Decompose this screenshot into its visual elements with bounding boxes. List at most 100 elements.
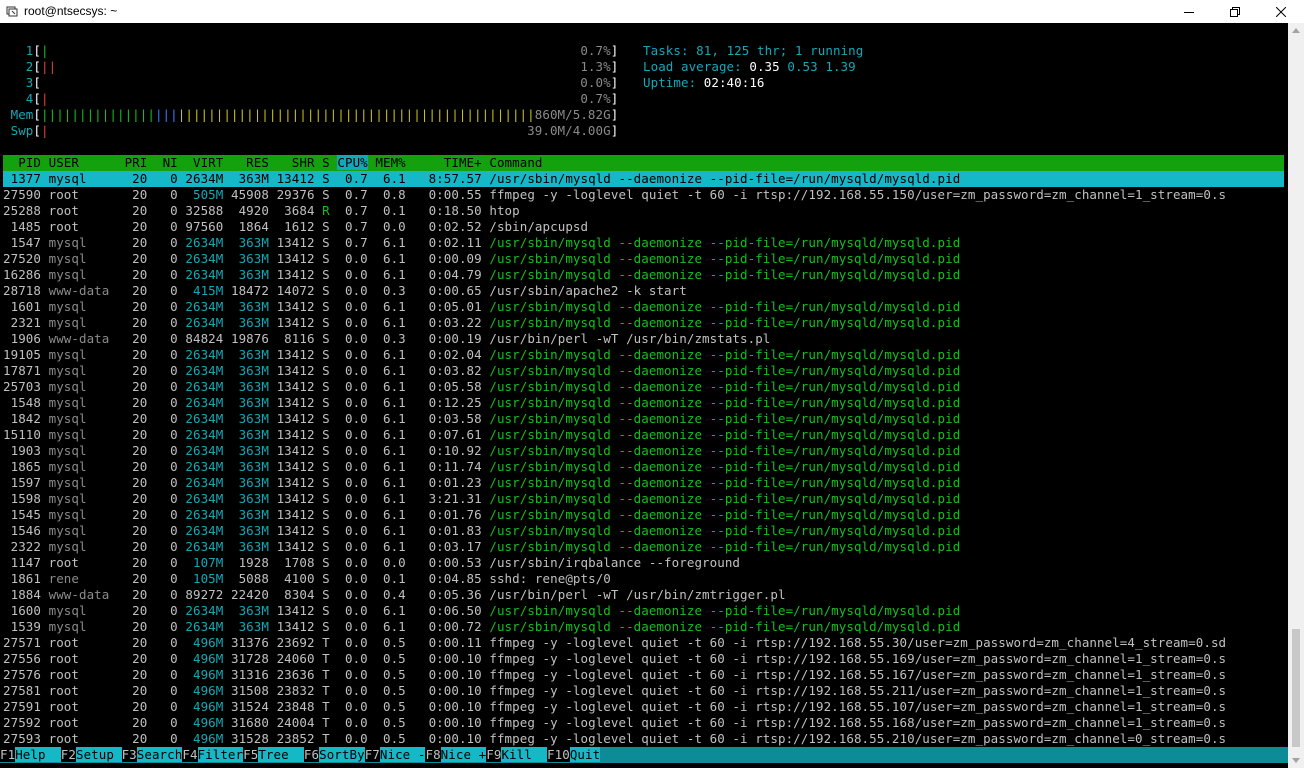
process-priority: 20 bbox=[116, 251, 148, 266]
process-row[interactable]: 27556 root 20 0 496M 31728 24060 T 0.0 0… bbox=[3, 651, 1226, 667]
process-row[interactable]: 27591 root 20 0 496M 31524 23848 T 0.0 0… bbox=[3, 699, 1226, 715]
fkey-f2[interactable]: F2 bbox=[60, 747, 76, 762]
process-user: mysql bbox=[48, 347, 117, 362]
process-row[interactable]: 19105 mysql 20 0 2634M 363M 13412 S 0.0 … bbox=[3, 347, 960, 363]
process-row[interactable]: 28718 www-data 20 0 415M 18472 14072 S 0… bbox=[3, 283, 687, 299]
process-row[interactable]: 1548 mysql 20 0 2634M 363M 13412 S 0.0 6… bbox=[3, 395, 961, 411]
process-row[interactable]: 1485 root 20 0 97560 1864 1612 S 0.7 0.0… bbox=[3, 219, 588, 235]
process-mem-percent: 0.1 bbox=[375, 203, 406, 218]
process-row[interactable]: 1547 mysql 20 0 2634M 363M 13412 S 0.7 6… bbox=[3, 235, 961, 251]
process-row[interactable]: 1598 mysql 20 0 2634M 363M 13412 S 0.0 6… bbox=[3, 491, 961, 507]
process-time: 0:02.04 bbox=[413, 347, 482, 362]
column-header-ni[interactable]: NI bbox=[155, 155, 178, 170]
fkey-f6[interactable]: F6 bbox=[303, 747, 320, 762]
process-row[interactable]: 27592 root 20 0 496M 31680 24004 T 0.0 0… bbox=[3, 715, 1226, 731]
column-header-pid[interactable]: PID bbox=[3, 155, 41, 170]
process-row[interactable]: 27593 root 20 0 496M 31528 23852 T 0.0 0… bbox=[3, 731, 1226, 747]
scroll-down-icon[interactable] bbox=[1292, 758, 1300, 763]
vertical-scrollbar[interactable] bbox=[1288, 23, 1304, 768]
process-command: /usr/sbin/mysqld --daemonize --pid-file=… bbox=[489, 507, 961, 522]
fkey-label-f2[interactable]: Setup bbox=[75, 747, 122, 762]
fkey-label-f9[interactable]: Kill bbox=[501, 747, 548, 762]
process-user: www-data bbox=[48, 283, 117, 298]
fkey-label-f4[interactable]: Filter bbox=[197, 747, 244, 762]
process-row[interactable]: 1539 mysql 20 0 2634M 363M 13412 S 0.0 6… bbox=[3, 619, 961, 635]
process-pid: 25288 bbox=[3, 203, 41, 218]
fkey-f1[interactable]: F1 bbox=[0, 747, 16, 762]
process-row[interactable]: 27590 root 20 0 505M 45908 29376 S 0.7 0… bbox=[3, 187, 1226, 203]
column-header-cpu[interactable]: CPU% bbox=[337, 155, 368, 170]
process-row[interactable]: 27571 root 20 0 496M 31376 23692 T 0.0 0… bbox=[3, 635, 1226, 651]
process-row[interactable]: 1377 mysql 20 0 2634M 363M 13412 S 0.7 6… bbox=[3, 171, 1284, 187]
process-row[interactable]: 1601 mysql 20 0 2634M 363M 13412 S 0.0 6… bbox=[3, 299, 961, 315]
fkey-f5[interactable]: F5 bbox=[243, 747, 259, 762]
process-row[interactable]: 25288 root 20 0 32588 4920 3684 R 0.7 0.… bbox=[3, 203, 520, 219]
process-row[interactable]: 27581 root 20 0 496M 31508 23832 T 0.0 0… bbox=[3, 683, 1226, 699]
column-header-shr[interactable]: SHR bbox=[277, 155, 315, 170]
process-state: S bbox=[322, 427, 330, 442]
process-row[interactable]: 1147 root 20 0 107M 1928 1708 S 0.0 0.0 … bbox=[3, 555, 740, 571]
fkey-label-f10[interactable]: Quit bbox=[569, 747, 601, 762]
scroll-up-icon[interactable] bbox=[1292, 28, 1300, 33]
column-header-pri[interactable]: PRI bbox=[117, 155, 148, 170]
process-row[interactable]: 27576 root 20 0 496M 31316 23636 T 0.0 0… bbox=[3, 667, 1226, 683]
cpu-meter-4: 4[| 0.7%] bbox=[3, 91, 618, 107]
fkey-label-f3[interactable]: Search bbox=[136, 747, 183, 762]
terminal-area[interactable]: 1[| 0.7%] 2[|| 1.3%] 3[0.0%] 4[| 0.7%] … bbox=[0, 23, 1288, 768]
process-row[interactable]: 25703 mysql 20 0 2634M 363M 13412 S 0.0 … bbox=[3, 379, 960, 395]
column-header-time[interactable]: TIME+ bbox=[413, 155, 482, 170]
process-row[interactable]: 1545 mysql 20 0 2634M 363M 13412 S 0.0 6… bbox=[3, 507, 961, 523]
fkey-f8[interactable]: F8 bbox=[425, 747, 441, 762]
process-row[interactable]: 17871 mysql 20 0 2634M 363M 13412 S 0.0 … bbox=[3, 363, 960, 379]
fkey-label-f8[interactable]: Nice + bbox=[440, 747, 487, 762]
process-row[interactable]: 1597 mysql 20 0 2634M 363M 13412 S 0.0 6… bbox=[3, 475, 961, 491]
fkey-f4[interactable]: F4 bbox=[182, 747, 198, 762]
process-row[interactable]: 1842 mysql 20 0 2634M 363M 13412 S 0.0 6… bbox=[3, 411, 961, 427]
fkey-f3[interactable]: F3 bbox=[121, 747, 137, 762]
fkey-f7[interactable]: F7 bbox=[364, 747, 380, 762]
process-cpu-percent: 0.0 bbox=[337, 427, 368, 442]
process-row[interactable]: 16286 mysql 20 0 2634M 363M 13412 S 0.0 … bbox=[3, 267, 960, 283]
process-shr: 13412 bbox=[276, 395, 315, 410]
fkey-label-f5[interactable]: Tree bbox=[258, 747, 304, 762]
close-button[interactable] bbox=[1258, 0, 1304, 23]
process-row[interactable]: 27520 mysql 20 0 2634M 363M 13412 S 0.0 … bbox=[3, 251, 960, 267]
fkey-f10[interactable]: F10 bbox=[547, 747, 570, 762]
process-row[interactable]: 2321 mysql 20 0 2634M 363M 13412 S 0.0 6… bbox=[3, 315, 961, 331]
process-time: 0:00.65 bbox=[413, 283, 482, 298]
scrollbar-thumb[interactable] bbox=[1292, 629, 1300, 747]
process-row[interactable]: 1865 mysql 20 0 2634M 363M 13412 S 0.0 6… bbox=[3, 459, 961, 475]
column-header-res[interactable]: RES bbox=[231, 155, 269, 170]
minimize-button[interactable] bbox=[1166, 0, 1212, 23]
process-row[interactable]: 2322 mysql 20 0 2634M 363M 13412 S 0.0 6… bbox=[3, 539, 961, 555]
process-row[interactable]: 15110 mysql 20 0 2634M 363M 13412 S 0.0 … bbox=[3, 427, 960, 443]
process-row[interactable]: 1906 www-data 20 0 84824 19876 8116 S 0.… bbox=[3, 331, 771, 347]
process-row[interactable]: 1600 mysql 20 0 2634M 363M 13412 S 0.0 6… bbox=[3, 603, 961, 619]
process-time: 0:00.10 bbox=[413, 683, 482, 698]
column-header-mem[interactable]: MEM% bbox=[375, 155, 405, 170]
process-row[interactable]: 1546 mysql 20 0 2634M 363M 13412 S 0.0 6… bbox=[3, 523, 961, 539]
column-header-s[interactable]: S bbox=[322, 155, 330, 170]
column-header-user[interactable]: USER bbox=[49, 155, 117, 170]
column-header-command[interactable]: Command bbox=[489, 155, 542, 170]
process-command: ffmpeg -y -loglevel quiet -t 60 -i rtsp:… bbox=[489, 731, 1227, 746]
fkey-label-f7[interactable]: Nice - bbox=[379, 747, 426, 762]
process-row[interactable]: 1903 mysql 20 0 2634M 363M 13412 S 0.0 6… bbox=[3, 443, 961, 459]
fkey-label-f1[interactable]: Help bbox=[15, 747, 61, 762]
process-row[interactable]: 1861 rene 20 0 105M 5088 4100 S 0.0 0.1 … bbox=[3, 571, 611, 587]
process-virt: 2634M bbox=[185, 315, 224, 330]
process-row[interactable]: 1884 www-data 20 0 89272 22420 8304 S 0.… bbox=[3, 587, 786, 603]
fkey-f9[interactable]: F9 bbox=[486, 747, 502, 762]
fkey-label-f6[interactable]: SortBy bbox=[319, 747, 365, 762]
column-header-virt[interactable]: VIRT bbox=[185, 155, 223, 170]
process-priority: 20 bbox=[116, 619, 148, 634]
maximize-button[interactable] bbox=[1212, 0, 1258, 23]
